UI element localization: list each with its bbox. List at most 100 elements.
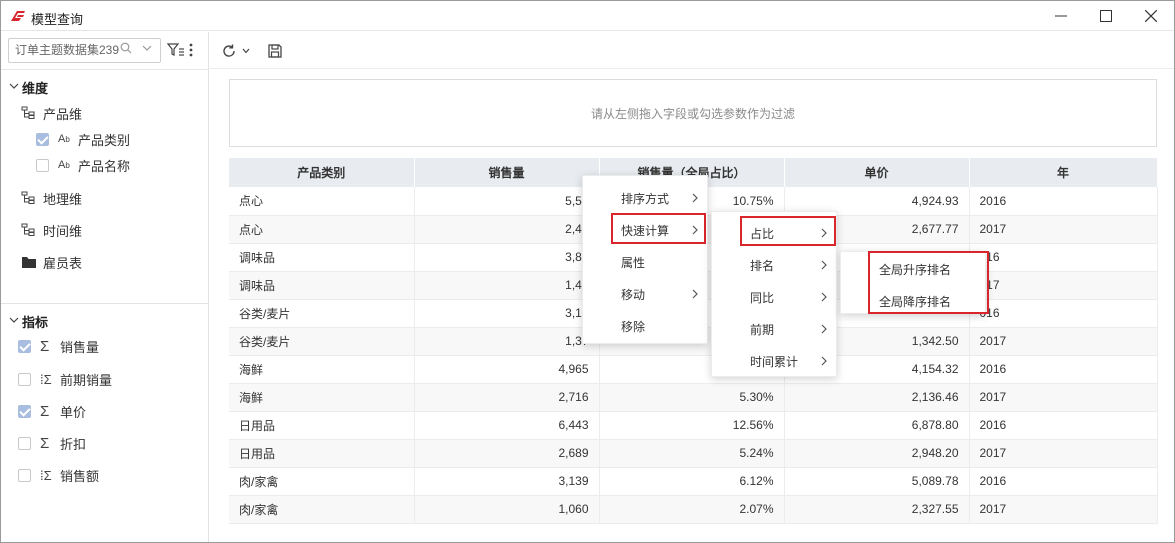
search-icon[interactable]: [120, 42, 132, 54]
menu-item-properties[interactable]: 属性: [583, 246, 709, 278]
close-button[interactable]: [1128, 1, 1174, 31]
sigma-icon: Σ: [40, 434, 50, 452]
table-cell[interactable]: 点心: [229, 187, 415, 216]
table-cell[interactable]: 5.24%: [599, 439, 785, 468]
table-cell[interactable]: 016: [969, 299, 1158, 328]
context-menu: 排序方式 快速计算 属性 移动 移除: [582, 175, 708, 344]
table-cell[interactable]: 日用品: [229, 411, 415, 440]
table-cell[interactable]: 6,443: [414, 411, 600, 440]
table-cell[interactable]: 2017: [969, 495, 1158, 524]
checkbox[interactable]: [18, 372, 31, 386]
filter-icon[interactable]: [167, 41, 185, 59]
dimension-group-employee[interactable]: 雇员表: [21, 251, 82, 273]
table-cell[interactable]: 3,139: [414, 467, 600, 496]
table-cell[interactable]: 谷类/麦片: [229, 299, 415, 328]
table-cell[interactable]: 2017: [969, 439, 1158, 468]
table-cell[interactable]: 海鲜: [229, 355, 415, 384]
table-row[interactable]: 日用品 6,443 12.56% 6,878.80 2016: [229, 411, 1158, 440]
table-cell[interactable]: 日用品: [229, 439, 415, 468]
table-cell[interactable]: 6.12%: [599, 467, 785, 496]
table-cell[interactable]: 海鲜: [229, 383, 415, 412]
table-cell[interactable]: 点心: [229, 215, 415, 244]
table-cell[interactable]: 2016: [969, 187, 1158, 216]
table-cell[interactable]: 3,83: [414, 243, 600, 272]
refresh-icon[interactable]: [221, 43, 237, 59]
minimize-button[interactable]: [1038, 1, 1084, 31]
table-cell[interactable]: 4,965: [414, 355, 600, 384]
menu-item-rank[interactable]: 排名: [712, 249, 838, 281]
table-cell[interactable]: 2,689: [414, 439, 600, 468]
measure-discount[interactable]: Σ 折扣: [18, 432, 86, 454]
table-cell[interactable]: 5,089.78: [784, 467, 970, 496]
table-cell[interactable]: 2,136.46: [784, 383, 970, 412]
field-product-name[interactable]: Ab 产品名称: [36, 154, 130, 176]
table-cell[interactable]: 1,43: [414, 271, 600, 300]
dimension-group-product[interactable]: 产品维: [21, 102, 82, 124]
checkbox-checked[interactable]: [18, 339, 31, 353]
measure-sales-qty[interactable]: Σ 销售量: [18, 335, 99, 357]
menu-item-cumulative[interactable]: 时间累计: [712, 345, 838, 377]
table-cell[interactable]: 调味品: [229, 243, 415, 272]
checkbox[interactable]: [18, 436, 31, 450]
folder-icon: [22, 257, 36, 268]
table-row[interactable]: 肉/家禽 1,060 2.07% 2,327.55 2017: [229, 495, 1158, 524]
menu-item-move[interactable]: 移动: [583, 278, 709, 310]
more-options-icon[interactable]: [187, 41, 195, 59]
measure-prev-sales[interactable]: ⁞Σ 前期销量: [18, 368, 112, 390]
table-cell[interactable]: 肉/家禽: [229, 495, 415, 524]
table-cell[interactable]: 2,327.55: [784, 495, 970, 524]
table-cell[interactable]: 2,716: [414, 383, 600, 412]
menu-item-remove[interactable]: 移除: [583, 310, 709, 342]
table-cell[interactable]: 2016: [969, 411, 1158, 440]
menu-item-previous-period[interactable]: 前期: [712, 313, 838, 345]
table-cell[interactable]: 016: [969, 243, 1158, 272]
checkbox[interactable]: [36, 158, 49, 172]
dimension-group-time[interactable]: 时间维: [21, 219, 82, 241]
dimension-group-geo[interactable]: 地理维: [21, 187, 82, 209]
table-cell[interactable]: 12.56%: [599, 411, 785, 440]
table-cell[interactable]: 肉/家禽: [229, 467, 415, 496]
measure-unit-price[interactable]: Σ 单价: [18, 400, 86, 422]
field-product-category[interactable]: Ab 产品类别: [36, 128, 130, 150]
table-cell[interactable]: 2016: [969, 467, 1158, 496]
table-row[interactable]: 海鲜 4,965 4,154.32 2016: [229, 355, 1158, 384]
table-row[interactable]: 肉/家禽 3,139 6.12% 5,089.78 2016: [229, 467, 1158, 496]
checkbox-checked[interactable]: [18, 404, 31, 418]
table-cell[interactable]: 调味品: [229, 271, 415, 300]
table-cell[interactable]: 2.07%: [599, 495, 785, 524]
menu-item-sort[interactable]: 排序方式: [583, 182, 709, 214]
measure-sales-amount[interactable]: ⁞Σ 销售额: [18, 464, 99, 486]
highlight-box: [868, 251, 989, 314]
table-cell[interactable]: 3,17: [414, 299, 600, 328]
column-header[interactable]: 单价: [784, 158, 970, 187]
menu-item-yoy[interactable]: 同比: [712, 281, 838, 313]
table-cell[interactable]: 017: [969, 271, 1158, 300]
table-cell[interactable]: 5.30%: [599, 383, 785, 412]
column-header[interactable]: 产品类别: [229, 158, 415, 187]
close-icon: [1145, 10, 1157, 22]
table-cell[interactable]: 1,37: [414, 327, 600, 356]
table-cell[interactable]: 6,878.80: [784, 411, 970, 440]
save-icon[interactable]: [267, 43, 283, 59]
table-cell[interactable]: 2017: [969, 383, 1158, 412]
table-cell[interactable]: 2017: [969, 327, 1158, 356]
chevron-down-icon[interactable]: [141, 42, 153, 54]
table-row[interactable]: 日用品 2,689 5.24% 2,948.20 2017: [229, 439, 1158, 468]
chevron-down-icon[interactable]: [241, 46, 251, 56]
checkbox[interactable]: [18, 468, 31, 482]
column-header[interactable]: 销售量: [414, 158, 600, 187]
table-cell[interactable]: 2016: [969, 355, 1158, 384]
column-header[interactable]: 年: [969, 158, 1158, 187]
table-cell[interactable]: 1,060: [414, 495, 600, 524]
filter-drop-area[interactable]: 请从左侧拖入字段或勾选参数作为过滤: [229, 79, 1157, 147]
table-cell[interactable]: 5,51: [414, 187, 600, 216]
table-cell[interactable]: 2,41: [414, 215, 600, 244]
table-cell[interactable]: 2,948.20: [784, 439, 970, 468]
maximize-button[interactable]: [1083, 1, 1129, 31]
checkbox-checked[interactable]: [36, 132, 49, 146]
table-cell[interactable]: 谷类/麦片: [229, 327, 415, 356]
dataset-select[interactable]: 订单主题数据集239: [8, 38, 161, 63]
table-cell[interactable]: 2017: [969, 215, 1158, 244]
chevron-down-icon: [9, 317, 19, 323]
table-row[interactable]: 海鲜 2,716 5.30% 2,136.46 2017: [229, 383, 1158, 412]
